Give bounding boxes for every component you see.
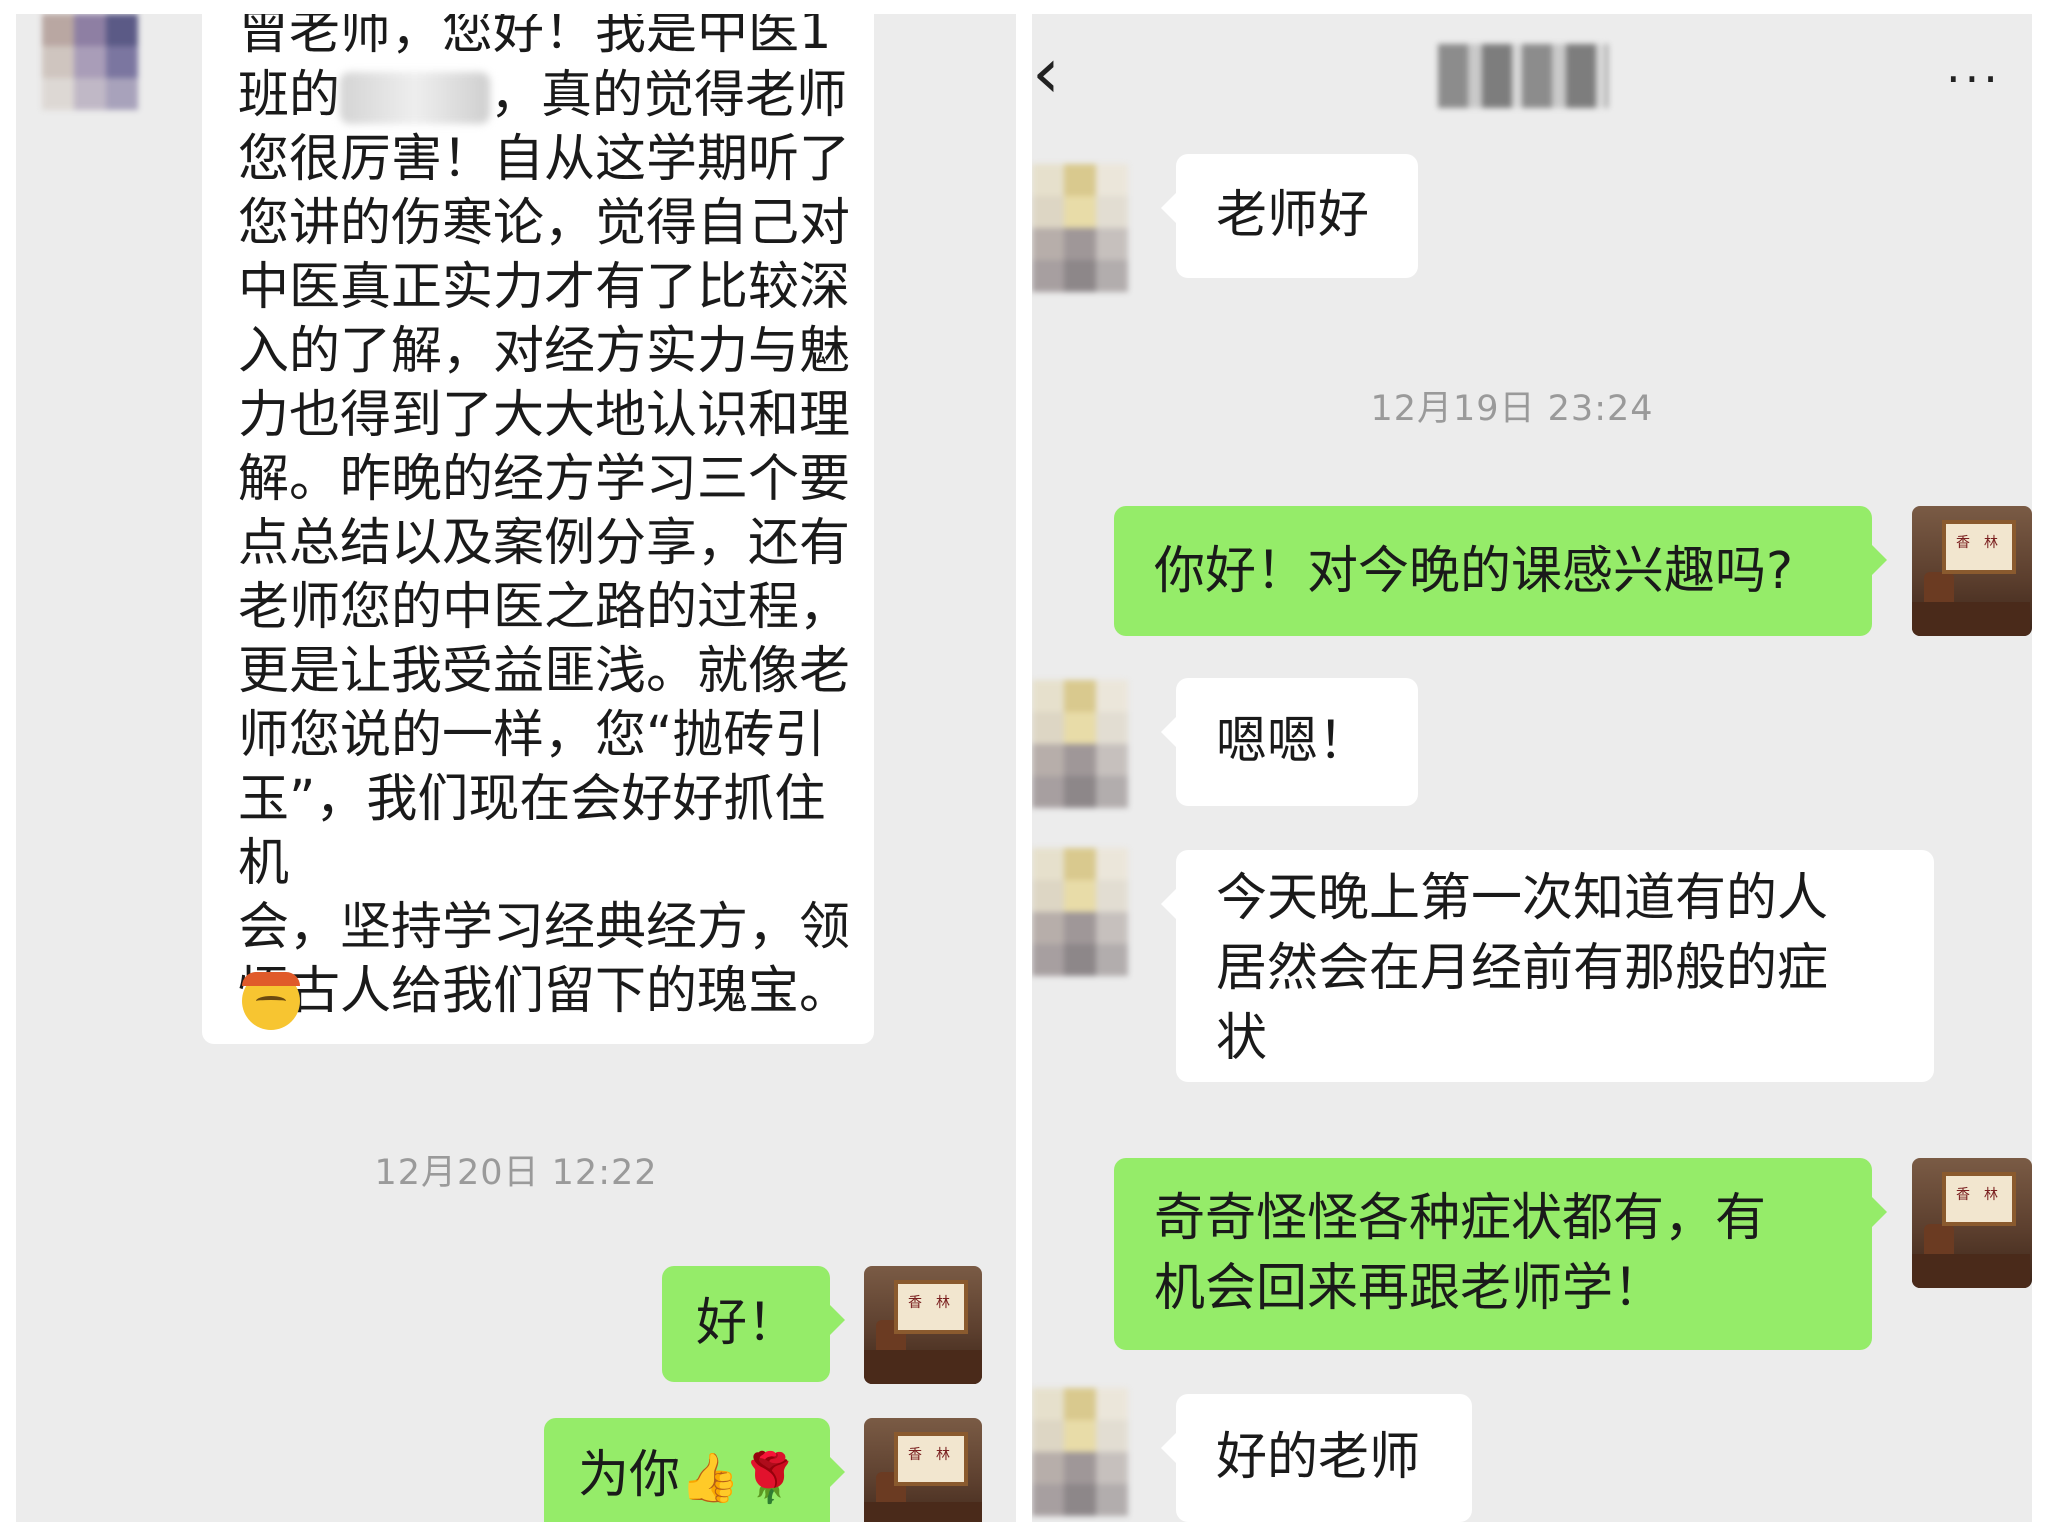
message-line: 班的 ，真的觉得老师 <box>238 64 858 128</box>
message-line: 力也得到了大大地认识和理 <box>238 386 851 445</box>
message-line: 您讲的伤寒论，觉得自己对 <box>238 194 851 253</box>
teacher-avatar[interactable]: 香 林 <box>1912 506 2032 636</box>
message-line: 老师您的中医之路的过程， <box>238 578 851 637</box>
desk-shape <box>864 1502 982 1522</box>
sent-message-bubble[interactable]: 好！ <box>662 1266 845 1382</box>
calligraphy-char: 香 <box>908 1295 922 1311</box>
message-text: 嗯嗯！ <box>1216 712 1370 771</box>
sent-message-bubble[interactable]: 你好！对今晚的课感兴趣吗? <box>1114 506 1887 636</box>
message-line: 奇奇怪怪各种症状都有，有 <box>1154 1189 1767 1248</box>
calligraphy-char: 香 <box>1956 535 1970 551</box>
left-chat-panel: 曾老师，您好！我是中医1 班的 ，真的觉得老师 您很厉害！自从这学期听了 您讲的伤… <box>16 14 1016 1522</box>
calligraphy-char: 林 <box>936 1447 950 1463</box>
long-message-bubble[interactable]: 曾老师，您好！我是中医1 班的 ，真的觉得老师 您很厉害！自从这学期听了 您讲的伤… <box>202 14 874 1044</box>
teacher-avatar[interactable]: 香 林 <box>1912 1158 2032 1288</box>
timestamp: 12月20日 12:22 <box>374 1153 658 1193</box>
calligraphy-frame: 香 林 <box>1942 520 2016 574</box>
message-line: 入的了解，对经方实力与魅 <box>238 322 851 381</box>
calligraphy-char: 林 <box>1984 535 1998 551</box>
calligraphy-frame: 香 林 <box>894 1280 968 1334</box>
sender-avatar-blurred[interactable] <box>42 14 138 110</box>
received-message-bubble[interactable]: 好的老师 <box>1161 1394 1472 1522</box>
long-message-text: 曾老师，您好！我是中医1 班的 ，真的觉得老师 您很厉害！自从这学期听了 您讲的伤… <box>238 14 858 1024</box>
teacher-avatar[interactable]: 香 林 <box>864 1266 982 1384</box>
sent-message-bubble[interactable]: 奇奇怪怪各种症状都有，有 机会回来再跟老师学！ <box>1114 1158 1887 1350</box>
calligraphy-frame: 香 林 <box>1942 1172 2016 1226</box>
received-message-bubble[interactable]: 今天晚上第一次知道有的人 居然会在月经前有那般的症 状 <box>1161 850 1934 1082</box>
rose-icon: 🌹 <box>739 1450 800 1506</box>
student-avatar-blurred[interactable] <box>1032 164 1128 292</box>
message-line: 更是让我受益匪浅。就像老 <box>238 642 851 701</box>
message-text: 今天晚上第一次知道有的人 居然会在月经前有那般的症 状 <box>1216 864 1828 1074</box>
student-avatar-blurred[interactable] <box>1032 848 1128 976</box>
teacher-avatar[interactable]: 香 林 <box>864 1418 982 1522</box>
message-text: 好！ <box>696 1294 799 1353</box>
message-line: 点总结以及案例分享，还有 <box>238 514 851 573</box>
message-text-fragment: 为你 <box>578 1446 681 1505</box>
student-avatar-blurred[interactable] <box>1032 680 1128 808</box>
saluting-face-emoji <box>242 972 300 1030</box>
message-line: 会，坚持学习经典经方，领 <box>238 898 851 957</box>
message-line: 状 <box>1216 1009 1268 1068</box>
message-line: 曾老师，您好！我是中医1 <box>238 14 832 61</box>
calligraphy-char: 林 <box>936 1295 950 1311</box>
message-line: 玉”，我们现在会好好抓住机 <box>238 770 826 893</box>
calligraphy-char: 香 <box>908 1447 922 1463</box>
calligraphy-char: 林 <box>1984 1187 1998 1203</box>
received-message-bubble[interactable]: 嗯嗯！ <box>1161 678 1418 806</box>
message-text: 你好！对今晚的课感兴趣吗? <box>1154 542 1794 601</box>
message-line: 悟古人给我们留下的瑰宝。 <box>238 962 851 1021</box>
sent-message-bubble[interactable]: 为你👍🌹 <box>544 1418 845 1522</box>
message-text: 好的老师 <box>1216 1428 1421 1487</box>
thumbs-up-icon: 👍 <box>680 1450 740 1506</box>
message-line: 居然会在月经前有那般的症 <box>1216 939 1829 998</box>
message-line: 中医真正实力才有了比较深 <box>238 258 851 317</box>
message-text: 奇奇怪怪各种症状都有，有 机会回来再跟老师学！ <box>1154 1184 1766 1324</box>
received-message-bubble[interactable]: 老师好 <box>1161 154 1418 278</box>
message-text: 老师好 <box>1216 186 1370 245</box>
calligraphy-char: 香 <box>1956 1187 1970 1203</box>
message-line: 师您说的一样，您“抛砖引 <box>238 706 826 765</box>
chat-title-blurred <box>1438 44 1608 108</box>
message-line-fragment: ，真的觉得老师 <box>490 66 848 125</box>
right-chat-panel: ‹ ··· 老师好 12月19日 23:24 你好！对今晚的课感兴趣吗? 香 林… <box>1032 14 2032 1522</box>
more-options-icon[interactable]: ··· <box>1946 52 2002 106</box>
redacted-name <box>340 72 491 124</box>
message-line: 解。昨晚的经方学习三个要 <box>238 450 851 509</box>
message-line: 机会回来再跟老师学！ <box>1154 1259 1665 1318</box>
message-line-fragment: 班的 <box>238 66 341 125</box>
calligraphy-frame: 香 林 <box>894 1432 968 1486</box>
desk-shape <box>1912 602 2030 636</box>
desk-shape <box>864 1350 982 1384</box>
desk-shape <box>1912 1254 2030 1288</box>
message-line: 今天晚上第一次知道有的人 <box>1216 869 1829 928</box>
timestamp: 12月19日 23:24 <box>1370 389 1654 429</box>
message-line: 您很厉害！自从这学期听了 <box>238 130 851 189</box>
message-text: 为你👍🌹 <box>578 1444 800 1510</box>
student-avatar-blurred[interactable] <box>1032 1388 1128 1516</box>
back-icon[interactable]: ‹ <box>1032 38 1060 108</box>
